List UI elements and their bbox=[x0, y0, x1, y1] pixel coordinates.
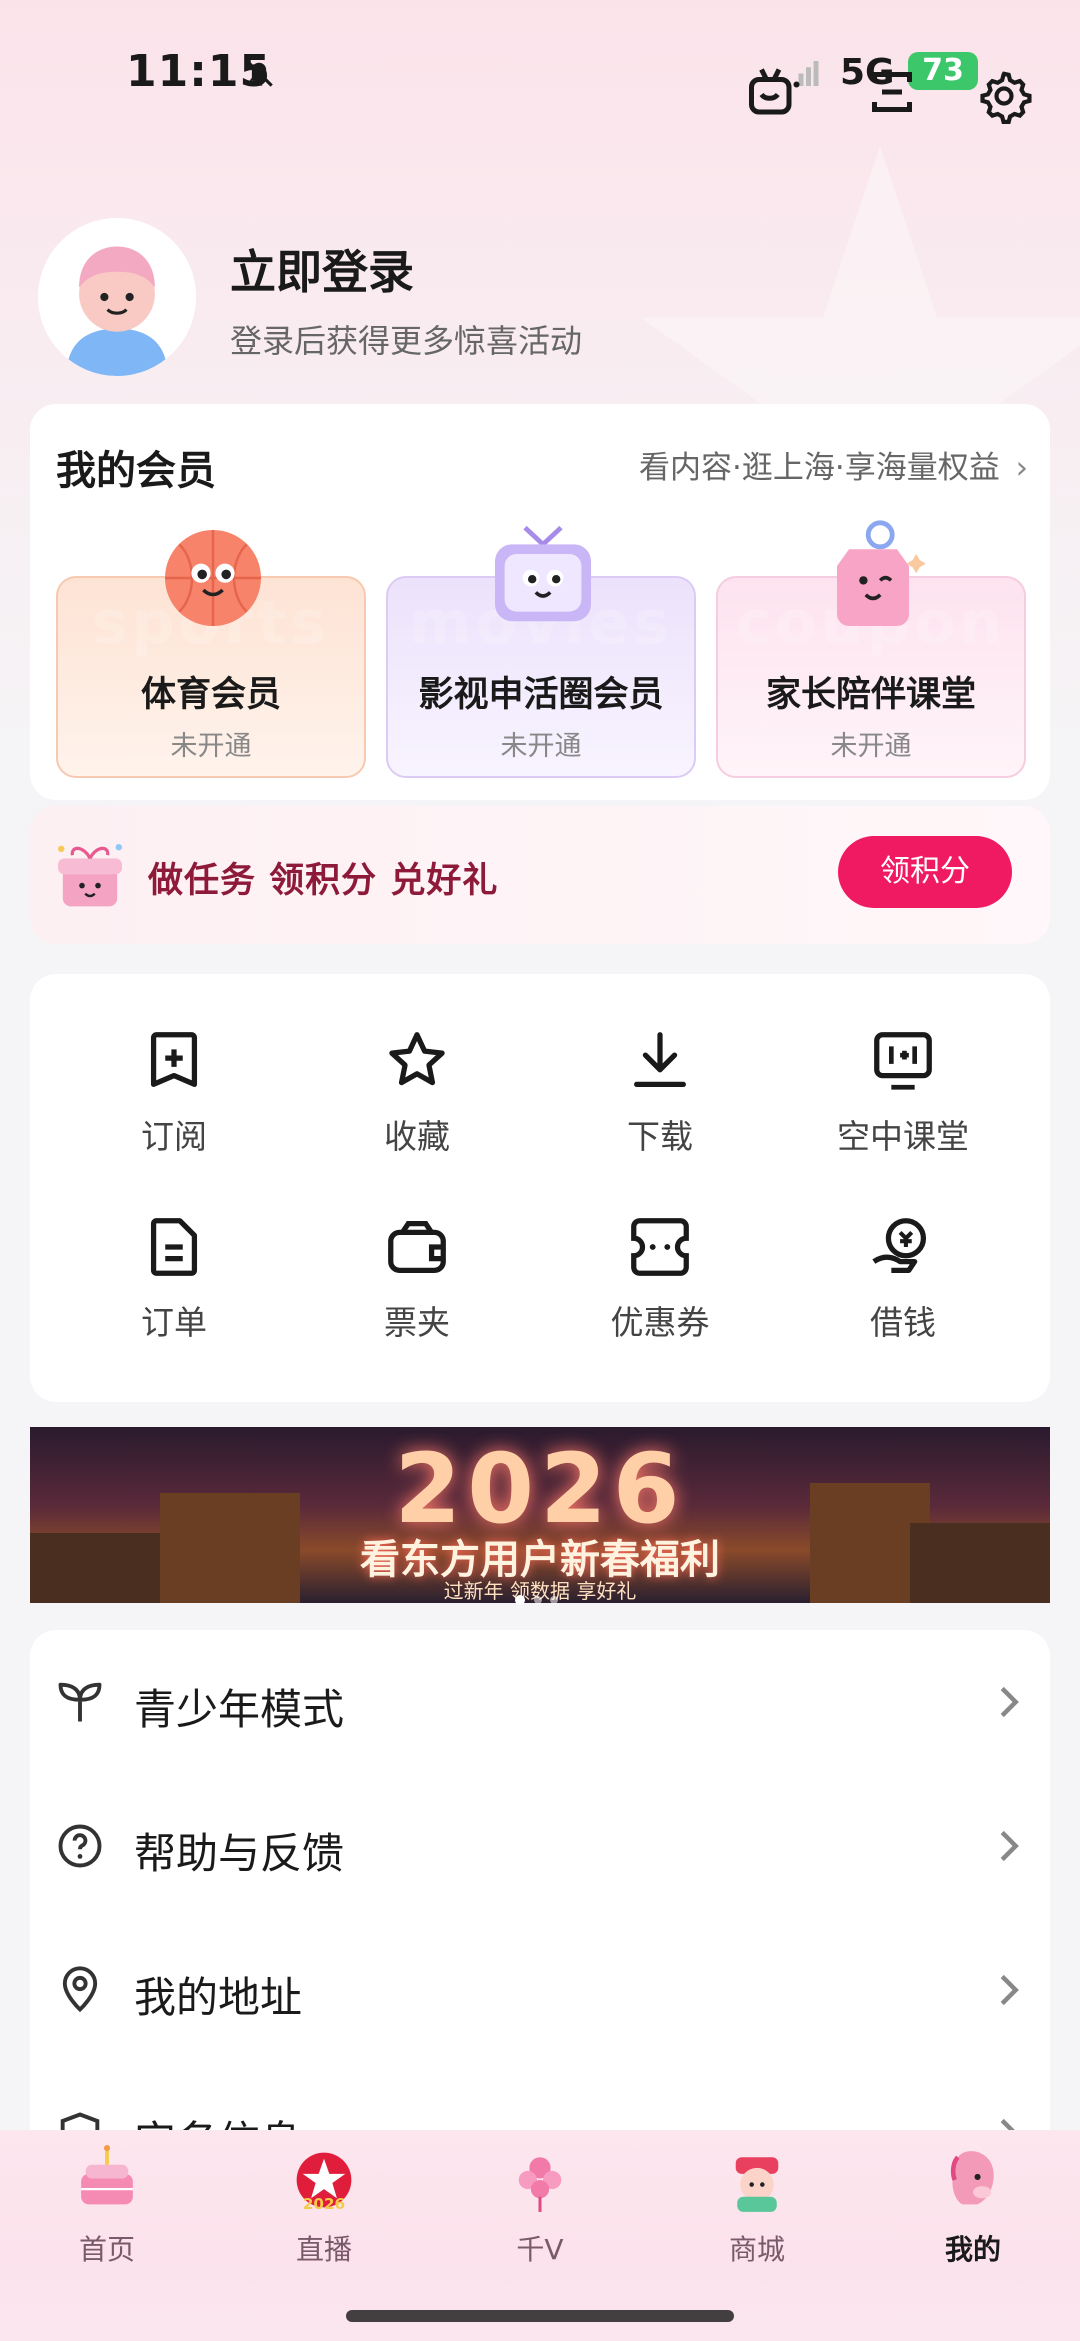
feature-label: 借钱 bbox=[870, 1303, 936, 1342]
svg-text:2026: 2026 bbox=[303, 2195, 345, 2213]
feature-coupons[interactable]: 优惠券 bbox=[560, 1212, 760, 1362]
feature-grid: 订阅 收藏 下载 空中课堂 订单 票夹 优惠券 借钱 bbox=[30, 974, 1050, 1402]
star-icon bbox=[389, 1032, 445, 1086]
home-indicator[interactable] bbox=[346, 2310, 734, 2322]
feature-label: 下载 bbox=[627, 1117, 693, 1156]
task-text: 做任务 领积分 兑好礼 bbox=[148, 861, 499, 901]
earn-points-button[interactable]: 领积分 bbox=[838, 836, 1012, 908]
promo-banner[interactable]: 2026 看东方用户新春福利 过新年 领数据 享好礼 bbox=[30, 1427, 1050, 1603]
nav-live[interactable]: 2026 直播 bbox=[249, 2142, 399, 2268]
vip-status: 未开通 bbox=[830, 731, 912, 762]
feature-loan[interactable]: 借钱 bbox=[803, 1212, 1003, 1362]
nav-label: 我的 bbox=[944, 2233, 1001, 2266]
vip-name: 体育会员 bbox=[140, 675, 281, 715]
membership-title: 我的会员 bbox=[56, 448, 216, 494]
basketball-mascot-icon bbox=[165, 530, 261, 626]
mute-bell-icon bbox=[245, 59, 273, 87]
checkin-icon[interactable] bbox=[744, 62, 804, 122]
feature-download[interactable]: 下载 bbox=[560, 1026, 760, 1176]
subscribe-icon bbox=[150, 1032, 198, 1087]
home-cake-icon bbox=[81, 2145, 133, 2205]
vip-name: 家长陪伴课堂 bbox=[765, 675, 976, 715]
menu-label: 我的地址 bbox=[134, 1973, 303, 2022]
live-star-icon: 2026 bbox=[296, 2152, 352, 2213]
nav-mall[interactable]: 商城 bbox=[682, 2142, 832, 2268]
help-icon bbox=[58, 1824, 102, 1868]
chevron-right-icon bbox=[1000, 1830, 1019, 1862]
feature-subscribe[interactable]: 订阅 bbox=[74, 1026, 274, 1176]
chevron-right-icon bbox=[1000, 1686, 1019, 1718]
order-icon bbox=[150, 1218, 198, 1276]
membership-benefits-link[interactable]: 看内容·逛上海·享海量权益 › bbox=[639, 442, 1028, 487]
nav-label: 首页 bbox=[78, 2233, 135, 2266]
nav-qianv[interactable]: 千V bbox=[465, 2142, 615, 2268]
feature-label: 空中课堂 bbox=[837, 1117, 969, 1156]
feature-ticket-wallet[interactable]: 票夹 bbox=[317, 1212, 517, 1362]
qianv-knot-icon bbox=[518, 2157, 562, 2212]
nav-label: 千V bbox=[516, 2233, 564, 2266]
task-banner[interactable]: 做任务 领积分 兑好礼 领积分 bbox=[30, 806, 1050, 944]
feature-label: 订单 bbox=[141, 1303, 207, 1342]
chevron-right-icon: › bbox=[1015, 450, 1028, 486]
classroom-icon bbox=[874, 1032, 932, 1090]
menu-my-address[interactable]: 我的地址 bbox=[30, 1918, 1050, 2062]
sports-vip-card[interactable]: sports 体育会员 未开通 bbox=[56, 530, 366, 778]
menu-label: 青少年模式 bbox=[134, 1685, 345, 1734]
vip-status: 未开通 bbox=[170, 731, 252, 762]
nav-home[interactable]: 首页 bbox=[32, 2142, 182, 2268]
loan-icon bbox=[872, 1218, 927, 1273]
tag-mascot-icon bbox=[837, 520, 926, 626]
feature-classroom[interactable]: 空中课堂 bbox=[803, 1026, 1003, 1176]
banner-pagination bbox=[515, 1595, 558, 1605]
nav-label: 商城 bbox=[728, 2233, 785, 2266]
nav-mine[interactable]: 我的 bbox=[898, 2142, 1048, 2268]
menu-teen-mode[interactable]: 青少年模式 bbox=[30, 1630, 1050, 1774]
menu-label: 帮助与反馈 bbox=[134, 1829, 345, 1878]
gift-box-icon bbox=[58, 844, 122, 907]
chevron-right-icon bbox=[1000, 1974, 1019, 2006]
avatar[interactable] bbox=[38, 218, 196, 376]
feature-favorites[interactable]: 收藏 bbox=[317, 1026, 517, 1176]
tv-mascot-icon bbox=[495, 525, 591, 622]
vip-status: 未开通 bbox=[500, 731, 582, 762]
feature-label: 收藏 bbox=[384, 1117, 450, 1156]
default-avatar-icon bbox=[38, 218, 196, 376]
mall-mascot-icon bbox=[735, 2157, 779, 2212]
download-icon bbox=[634, 1032, 686, 1087]
login-subtitle: 登录后获得更多惊喜活动 bbox=[230, 322, 583, 360]
menu-help-feedback[interactable]: 帮助与反馈 bbox=[30, 1774, 1050, 1918]
membership-card: 我的会员 看内容·逛上海·享海量权益 › sports 体育会员 未开通 mov… bbox=[30, 404, 1050, 800]
parent-class-card[interactable]: coupon 家长陪伴课堂 未开通 bbox=[716, 520, 1026, 778]
scan-icon[interactable] bbox=[862, 62, 922, 122]
nav-label: 直播 bbox=[295, 2233, 352, 2266]
feature-orders[interactable]: 订单 bbox=[74, 1212, 274, 1362]
coupon-icon bbox=[631, 1218, 689, 1276]
login-title[interactable]: 立即登录 bbox=[230, 236, 414, 302]
feature-label: 优惠券 bbox=[610, 1303, 710, 1342]
location-icon bbox=[62, 1966, 98, 2013]
vip-name: 影视申活圈会员 bbox=[418, 675, 664, 715]
movie-vip-card[interactable]: movies 影视申活圈会员 未开通 bbox=[386, 525, 696, 778]
settings-gear-icon[interactable] bbox=[976, 68, 1032, 124]
wallet-icon bbox=[388, 1221, 446, 1273]
feature-label: 票夹 bbox=[384, 1303, 450, 1342]
horse-mascot-icon bbox=[950, 2151, 994, 2205]
feature-label: 订阅 bbox=[141, 1117, 207, 1156]
sprout-icon bbox=[58, 1682, 102, 1722]
membership-link-text: 看内容·逛上海·享海量权益 bbox=[639, 450, 1000, 486]
